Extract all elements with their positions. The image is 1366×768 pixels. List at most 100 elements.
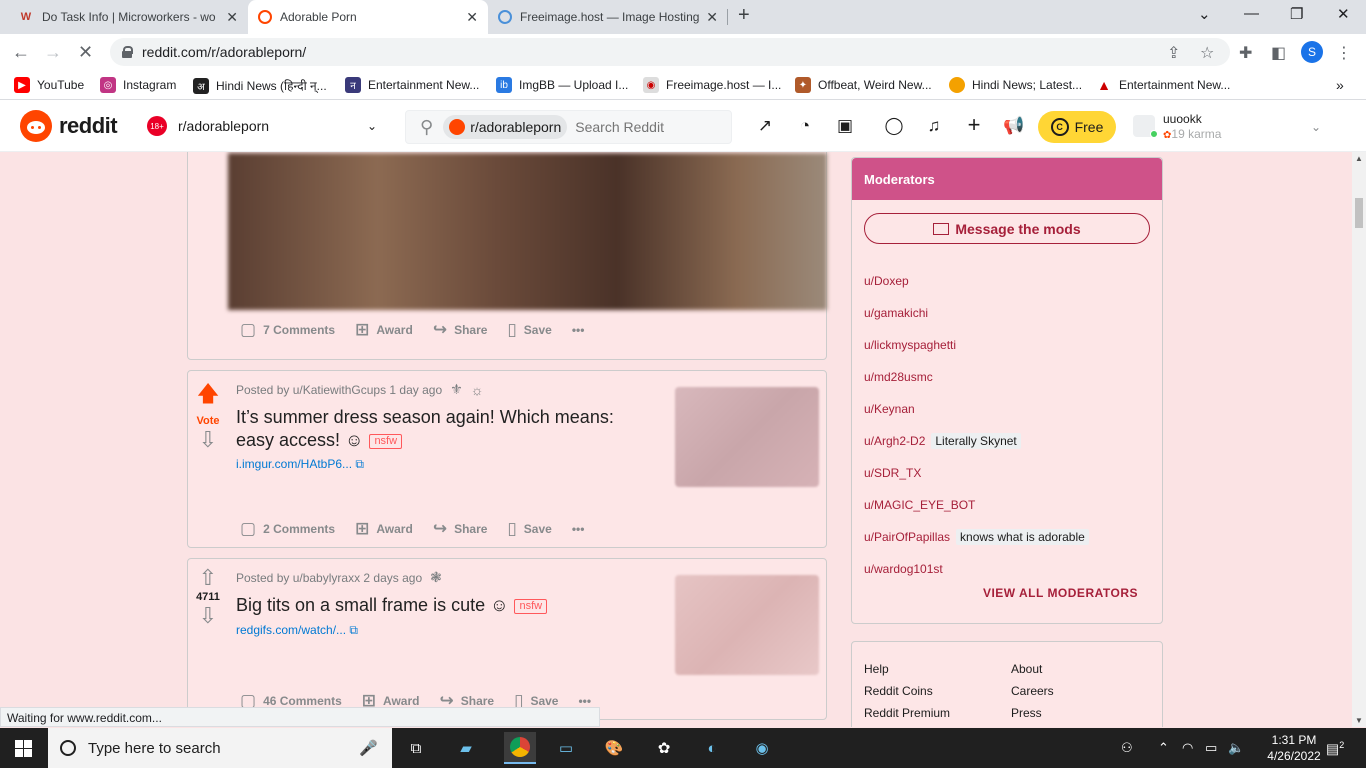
forward-icon[interactable]: → <box>44 42 62 63</box>
footer-link-help[interactable]: Help <box>864 658 950 680</box>
post-card[interactable]: 🡅 Vote ⇩ Posted by u/KatiewithGcups 1 da… <box>187 370 827 548</box>
upvote-icon[interactable]: ⇧ <box>188 565 228 591</box>
bookmark-hindi-latest[interactable]: Hindi News; Latest... <box>949 77 1082 93</box>
footer-link-about[interactable]: About <box>1011 658 1054 680</box>
scroll-down-icon[interactable]: ▼ <box>1355 716 1363 725</box>
moderator-item[interactable]: u/lickmyspaghetti <box>864 329 1089 361</box>
restore-icon[interactable]: ❐ <box>1290 5 1303 23</box>
live-icon[interactable]: ▣ <box>833 116 857 136</box>
bookmark-offbeat[interactable]: ✦ Offbeat, Weird New... <box>795 77 932 93</box>
footer-link-premium[interactable]: Reddit Premium <box>864 702 950 724</box>
moderator-item[interactable]: u/MAGIC_EYE_BOT <box>864 489 1089 521</box>
footer-link-coins[interactable]: Reddit Coins <box>864 680 950 702</box>
footer-link-careers[interactable]: Careers <box>1011 680 1054 702</box>
photos-app-icon[interactable]: ✿ <box>652 736 676 760</box>
footer-link-press[interactable]: Press <box>1011 702 1054 724</box>
moderator-item[interactable]: u/SDR_TX <box>864 457 1089 489</box>
bookmark-entertainment[interactable]: न Entertainment New... <box>345 77 479 93</box>
media-app-icon[interactable]: ◉ <box>750 736 774 760</box>
system-clock[interactable]: 1:31 PM 4/26/2022 <box>1262 732 1326 764</box>
comments-button[interactable]: ▢ 7 Comments <box>240 320 335 340</box>
back-icon[interactable]: ← <box>12 42 30 63</box>
scroll-up-icon[interactable]: ▲ <box>1355 154 1363 163</box>
tab-adorable[interactable]: Adorable Porn ✕ <box>248 0 488 34</box>
browser-app-icon[interactable]: ◐ <box>700 736 724 760</box>
save-button[interactable]: ▯ Save <box>507 519 551 539</box>
post-title[interactable]: It’s summer dress season again! Which me… <box>236 406 636 452</box>
share-button[interactable]: ↪ Share <box>433 320 488 340</box>
moderator-item[interactable]: u/PairOfPapillas knows what is adorable <box>864 521 1089 553</box>
more-options-icon[interactable]: ••• <box>572 522 585 536</box>
bookmark-imgbb[interactable]: ib ImgBB — Upload I... <box>496 77 628 93</box>
tab-search-chevron-icon[interactable]: ⌄ <box>1198 5 1211 23</box>
moderator-item[interactable]: u/gamakichi <box>864 297 1089 329</box>
more-options-icon[interactable]: ••• <box>578 694 591 708</box>
close-icon[interactable]: ✕ <box>226 9 238 26</box>
stats-icon[interactable]: ◔ <box>793 116 817 136</box>
chat-icon[interactable]: ◯ <box>882 116 906 136</box>
post-thumbnail[interactable] <box>675 387 819 487</box>
task-view-icon[interactable]: ⧉ <box>404 736 428 760</box>
message-mods-button[interactable]: Message the mods <box>864 213 1150 244</box>
battery-icon[interactable]: ▭ <box>1205 740 1217 756</box>
extensions-icon[interactable]: ✚ <box>1239 43 1252 63</box>
bookmark-freeimage[interactable]: ◉ Freeimage.host — I... <box>643 77 781 93</box>
bookmark-instagram[interactable]: ◎ Instagram <box>100 77 176 93</box>
community-dropdown[interactable]: 18+ r/adorableporn ⌄ <box>147 116 377 136</box>
advertise-icon[interactable]: 📢 <box>1002 116 1026 136</box>
downvote-icon[interactable]: ⇩ <box>188 603 228 629</box>
chrome-menu-icon[interactable]: ⋮ <box>1336 43 1352 63</box>
share-page-icon[interactable]: ⇪ <box>1167 43 1180 63</box>
moderator-item[interactable]: u/Argh2-D2 Literally Skynet <box>864 425 1089 457</box>
page-scrollbar[interactable]: ▲ ▼ <box>1352 152 1366 727</box>
notepad-app-icon[interactable]: ▰ <box>454 736 478 760</box>
more-options-icon[interactable]: ••• <box>572 323 585 337</box>
comments-button[interactable]: ▢ 2 Comments <box>240 519 335 539</box>
side-panel-icon[interactable]: ◧ <box>1271 43 1286 63</box>
save-button[interactable]: ▯ Save <box>507 320 551 340</box>
post-card[interactable]: ⇧ 4711 ⇩ Posted by u/babylyraxx 2 days a… <box>187 558 827 720</box>
url-omnibox[interactable]: reddit.com/r/adorableporn/ <box>110 38 1230 66</box>
volume-icon[interactable]: 🔈 <box>1228 740 1244 756</box>
computer-app-icon[interactable]: ▭ <box>554 736 578 760</box>
people-icon[interactable]: ⚇ <box>1121 740 1133 756</box>
award-button[interactable]: ⊞ Award <box>355 320 413 340</box>
new-tab-icon[interactable]: + <box>738 4 750 27</box>
reddit-logo[interactable]: reddit <box>20 110 118 142</box>
tray-chevron-icon[interactable]: ⌃ <box>1158 740 1169 756</box>
search-input[interactable] <box>575 119 716 135</box>
stop-loading-icon[interactable]: ✕ <box>78 42 93 63</box>
bookmark-youtube[interactable]: ▶ YouTube <box>14 77 84 93</box>
chrome-app-icon[interactable] <box>504 732 536 764</box>
minimize-icon[interactable]: — <box>1244 5 1259 22</box>
free-coins-button[interactable]: C Free <box>1038 111 1116 143</box>
search-community-pill[interactable]: r/adorableporn <box>443 115 568 139</box>
close-window-icon[interactable]: ✕ <box>1337 5 1350 23</box>
search-bar[interactable]: ⚲ r/adorableporn <box>405 110 732 144</box>
bookmark-hindi-news[interactable]: अ Hindi News (हिन्दी न्... <box>193 77 327 94</box>
create-post-icon[interactable]: + <box>962 112 986 138</box>
moderator-item[interactable]: u/wardog101st <box>864 553 1089 585</box>
moderator-item[interactable]: u/md28usmc <box>864 361 1089 393</box>
close-icon[interactable]: ✕ <box>706 9 718 26</box>
moderator-item[interactable]: u/Doxep <box>864 265 1089 297</box>
view-all-moderators-link[interactable]: VIEW ALL MODERATORS <box>983 586 1138 600</box>
popular-icon[interactable]: ↗ <box>753 116 777 136</box>
tab-microworkers[interactable]: W Do Task Info | Microworkers - wo ✕ <box>8 0 248 34</box>
scrollbar-thumb[interactable] <box>1355 198 1363 228</box>
upvote-icon[interactable]: 🡅 <box>188 377 228 415</box>
wifi-icon[interactable]: ◠ <box>1182 740 1193 756</box>
post-author[interactable]: Posted by u/KatiewithGcups 1 day ago <box>236 383 442 397</box>
more-bookmarks-icon[interactable]: » <box>1336 77 1344 93</box>
share-button[interactable]: ↪ Share <box>433 519 488 539</box>
notification-bell-icon[interactable]: ♫ <box>922 116 946 136</box>
post-thumbnail[interactable] <box>675 575 819 675</box>
moderator-item[interactable]: u/Keynan <box>864 393 1089 425</box>
bookmark-entertainment-2[interactable]: ▲ Entertainment New... <box>1096 77 1230 93</box>
paint-app-icon[interactable]: 🎨 <box>602 736 626 760</box>
post-card[interactable]: ▢ 7 Comments ⊞ Award ↪ Share ▯ Save ••• <box>187 152 827 360</box>
bookmark-star-icon[interactable]: ☆ <box>1200 43 1214 63</box>
post-image[interactable] <box>228 153 827 310</box>
user-menu[interactable]: uuookk ✿19 karma ⌄ <box>1133 112 1333 142</box>
downvote-icon[interactable]: ⇩ <box>188 427 228 453</box>
